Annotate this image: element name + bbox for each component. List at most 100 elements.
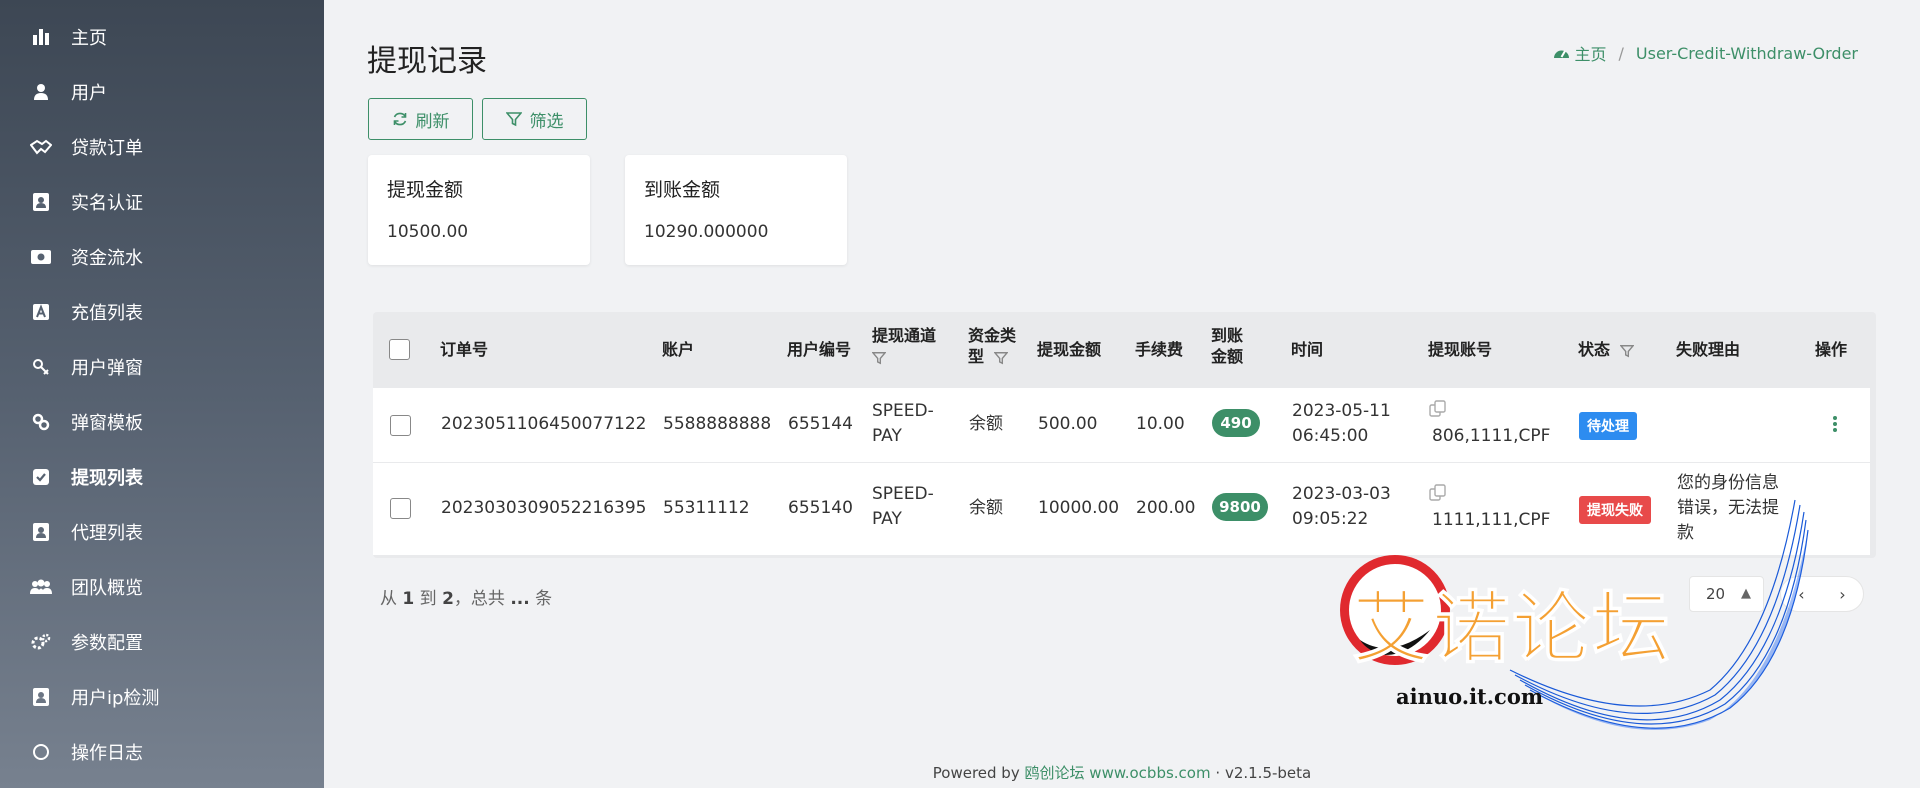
sidebar-item-users[interactable]: 用户	[0, 72, 324, 112]
stat-value: 10290.000000	[644, 222, 769, 242]
pagination-to-word: 到	[419, 589, 437, 609]
sidebar: 主页 用户 贷款订单 实名认证 资金流水 充值列表 用户弹窗 弹窗模板 提现列表…	[0, 0, 324, 788]
bar-chart-icon	[30, 26, 52, 48]
table-row[interactable]: 2023030309052216395 55311112 655140 SPEE…	[373, 463, 1870, 555]
dashboard-icon	[1554, 50, 1570, 58]
column-filter-icon[interactable]	[1619, 344, 1634, 358]
pagination-prefix: 从	[380, 589, 397, 609]
filter-button[interactable]: 筛选	[482, 98, 587, 140]
page-size-value: 20	[1706, 585, 1726, 603]
breadcrumb-current: User-Credit-Withdraw-Order	[1635, 43, 1858, 63]
sidebar-item-loan-orders[interactable]: 贷款订单	[0, 127, 324, 167]
cell-channel: SPEED-PAY	[872, 484, 934, 529]
col-channel: 提现通道	[872, 325, 944, 367]
breadcrumb-home[interactable]: 主页	[1553, 41, 1607, 65]
column-filter-icon[interactable]	[872, 351, 886, 365]
row-checkbox[interactable]	[390, 498, 411, 519]
copy-icon[interactable]	[1429, 484, 1447, 502]
cell-fail-reason: 您的身份信息错误，无法提款	[1677, 473, 1779, 543]
watermark-title: 艾诺论坛	[1351, 583, 1673, 675]
sidebar-item-agents[interactable]: 代理列表	[0, 512, 324, 552]
col-fund-type-label: 资金类型	[968, 326, 1017, 366]
sidebar-item-fund-flow[interactable]: 资金流水	[0, 237, 324, 277]
col-status-label: 状态	[1578, 340, 1611, 359]
footer-url-link[interactable]: www.ocbbs.com	[1089, 764, 1210, 782]
row-checkbox[interactable]	[390, 415, 411, 436]
cell-fee: 200.00	[1136, 498, 1196, 518]
pagination-total-word: ，总共	[453, 589, 505, 609]
sidebar-item-label: 团队概览	[71, 578, 143, 599]
cell-order-no: 2023051106450077122	[441, 414, 647, 434]
refresh-button-label: 刷新	[415, 111, 450, 132]
id-card-icon	[30, 191, 52, 213]
page-title: 提现记录	[367, 44, 487, 79]
cell-fund-type: 余额	[969, 498, 1003, 518]
handshake-icon	[30, 136, 52, 158]
cell-account: 55311112	[663, 498, 750, 518]
sidebar-item-popup-template[interactable]: 弹窗模板	[0, 402, 324, 442]
more-actions-icon[interactable]	[1832, 415, 1838, 433]
pagination-suffix: 条	[535, 589, 553, 609]
received-amount-pill: 9800	[1212, 493, 1268, 521]
sidebar-item-withdraw-list[interactable]: 提现列表	[0, 457, 324, 497]
sidebar-item-team-overview[interactable]: 团队概览	[0, 567, 324, 607]
sidebar-item-label: 提现列表	[71, 468, 143, 489]
col-received: 到账金额	[1211, 326, 1244, 366]
refresh-icon	[393, 112, 406, 126]
cogs-icon	[30, 631, 52, 653]
received-amount-pill: 490	[1212, 409, 1260, 437]
sidebar-item-home[interactable]: 主页	[0, 17, 324, 57]
col-time: 时间	[1291, 340, 1324, 359]
refresh-button[interactable]: 刷新	[368, 98, 473, 140]
pagination-to: 2	[442, 589, 454, 609]
cell-account: 5588888888	[663, 414, 772, 434]
filter-button-label: 筛选	[529, 111, 564, 132]
sidebar-item-label: 弹窗模板	[71, 413, 143, 434]
popup-icon	[30, 356, 52, 378]
agent-icon	[30, 521, 52, 543]
table-row[interactable]: 2023051106450077122 5588888888 655144 SP…	[373, 388, 1870, 462]
sidebar-item-label: 主页	[71, 28, 107, 49]
funnel-icon	[505, 112, 522, 127]
footer: Powered by 鸥创论坛 www.ocbbs.com · v2.1.5-b…	[0, 762, 1920, 783]
footer-brand-link[interactable]: 鸥创论坛	[1025, 764, 1085, 782]
pagination-total: ...	[510, 589, 530, 609]
breadcrumb-separator: /	[1618, 43, 1624, 63]
sidebar-item-label: 资金流水	[71, 248, 143, 269]
cell-fee: 10.00	[1136, 414, 1185, 434]
ip-check-icon	[30, 686, 52, 708]
stat-title: 提现金额	[387, 179, 464, 201]
col-order-no: 订单号	[440, 340, 489, 359]
column-filter-icon[interactable]	[993, 351, 1008, 365]
stat-card-received-amount: 到账金额 10290.000000	[625, 155, 847, 265]
breadcrumb: 主页 / User-Credit-Withdraw-Order	[1553, 41, 1858, 65]
stat-card-withdraw-amount: 提现金额 10500.00	[368, 155, 590, 265]
sidebar-item-verification[interactable]: 实名认证	[0, 182, 324, 222]
stat-value: 10500.00	[387, 222, 469, 242]
select-all-checkbox[interactable]	[389, 339, 410, 360]
sidebar-item-user-popup[interactable]: 用户弹窗	[0, 347, 324, 387]
breadcrumb-home-label: 主页	[1574, 45, 1607, 64]
cell-fund-type: 余额	[969, 414, 1003, 434]
footer-powered-by: Powered by	[932, 764, 1020, 782]
col-fee: 手续费	[1135, 340, 1184, 359]
cell-time: 2023-05-11 06:45:00	[1292, 401, 1391, 446]
sidebar-item-settings[interactable]: 参数配置	[0, 622, 324, 662]
col-withdraw-account: 提现账号	[1428, 340, 1493, 359]
circle-icon	[30, 741, 52, 763]
sidebar-item-label: 用户ip检测	[71, 688, 160, 709]
money-icon	[30, 246, 52, 268]
sidebar-item-ip-check[interactable]: 用户ip检测	[0, 677, 324, 717]
sidebar-item-label: 参数配置	[71, 633, 143, 654]
next-page-button[interactable]: ›	[1839, 585, 1845, 604]
link-icon	[30, 411, 52, 433]
copy-icon[interactable]	[1429, 400, 1447, 418]
prev-page-button[interactable]: ‹	[1798, 585, 1804, 604]
table-header: 订单号 账户 用户编号 提现通道 资金类型 提现金额 手续费 到账金额 时间 提…	[373, 312, 1876, 388]
cell-withdraw-account: 806,1111,CPF	[1432, 426, 1551, 446]
page-size-select[interactable]: 20 ▲	[1689, 576, 1764, 612]
recharge-icon	[30, 301, 52, 323]
col-user-id: 用户编号	[787, 340, 852, 359]
sidebar-item-recharge[interactable]: 充值列表	[0, 292, 324, 332]
team-icon	[30, 576, 52, 598]
